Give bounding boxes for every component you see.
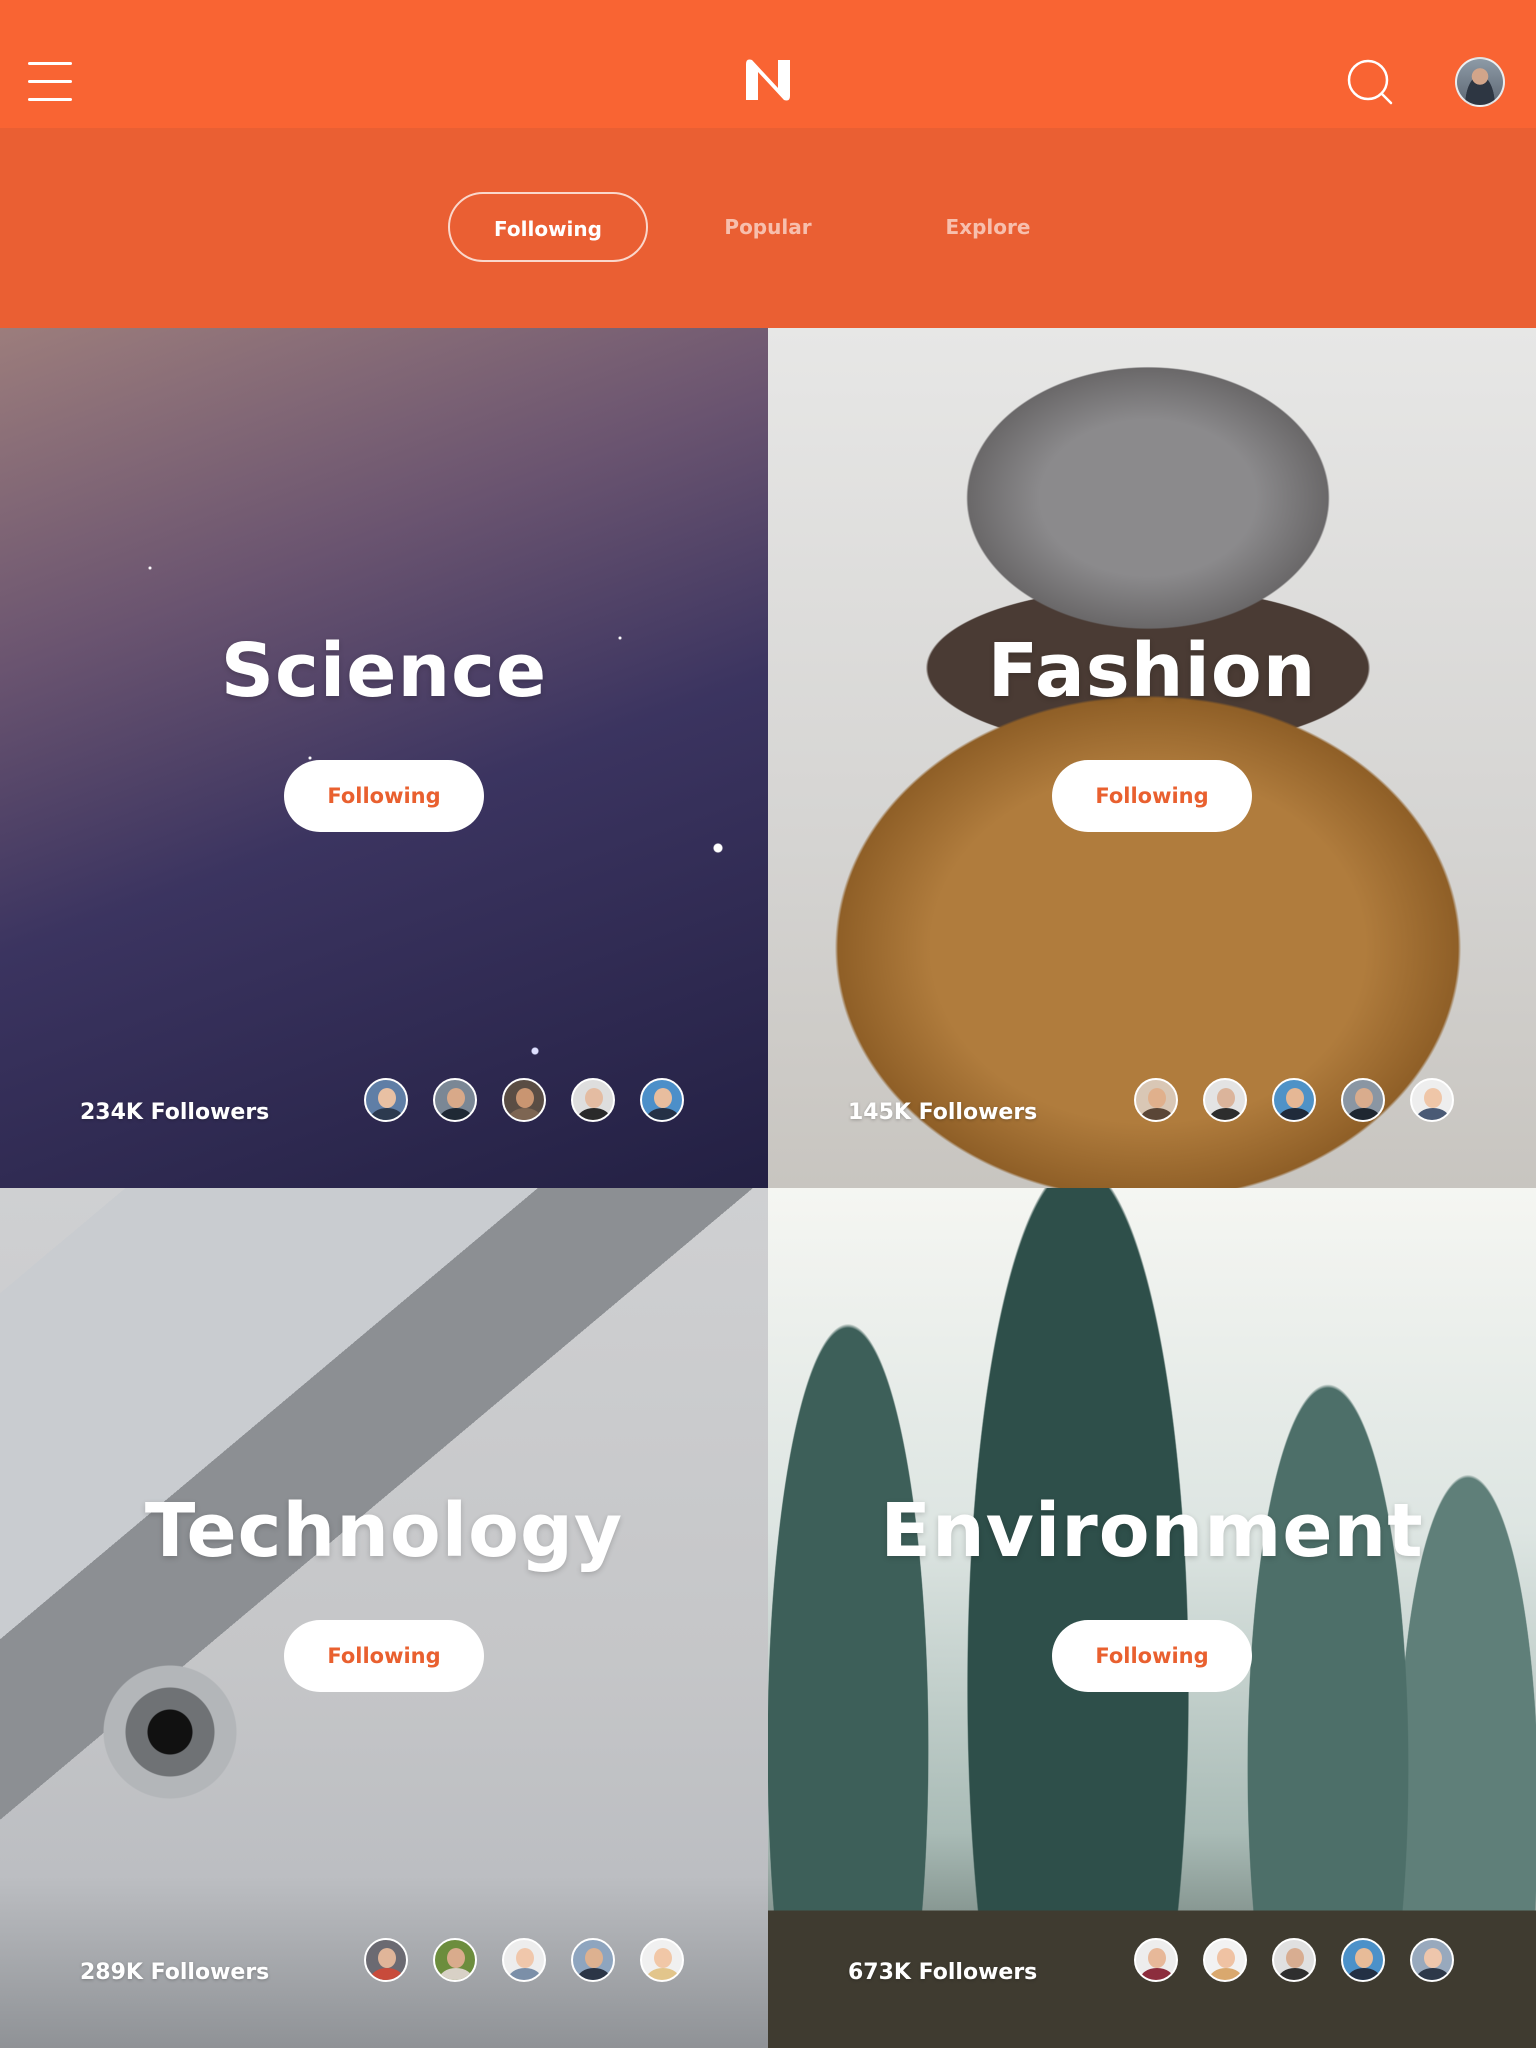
follower-avatar[interactable] xyxy=(502,1078,546,1122)
top-bar xyxy=(0,0,1536,128)
app-logo[interactable] xyxy=(744,56,792,104)
follower-avatar[interactable] xyxy=(1134,1078,1178,1122)
topic-title: Environment xyxy=(880,1488,1424,1574)
follower-avatar[interactable] xyxy=(640,1938,684,1982)
following-button[interactable]: Following xyxy=(1052,1620,1252,1692)
followers-count: 673K Followers xyxy=(848,1960,1038,1985)
technology-background-image xyxy=(0,1188,768,2048)
follower-avatar[interactable] xyxy=(1203,1938,1247,1982)
follower-avatar[interactable] xyxy=(1272,1938,1316,1982)
science-background-image xyxy=(0,328,768,1188)
topic-card-technology[interactable]: Technology Following 289K Followers xyxy=(0,1188,768,2048)
topic-title: Fashion xyxy=(987,628,1317,714)
tab-explore[interactable]: Explore xyxy=(888,192,1088,262)
follower-avatar[interactable] xyxy=(502,1938,546,1982)
follower-avatar[interactable] xyxy=(364,1078,408,1122)
follower-avatar[interactable] xyxy=(571,1938,615,1982)
follower-avatar[interactable] xyxy=(1341,1938,1385,1982)
follower-avatar[interactable] xyxy=(1341,1078,1385,1122)
follower-avatar[interactable] xyxy=(1272,1078,1316,1122)
tab-popular[interactable]: Popular xyxy=(668,192,868,262)
follower-avatar[interactable] xyxy=(433,1938,477,1982)
following-button[interactable]: Following xyxy=(284,1620,484,1692)
followers-count: 289K Followers xyxy=(80,1960,270,1985)
menu-line xyxy=(28,62,72,65)
environment-background-image xyxy=(768,1188,1536,2048)
followers-count: 234K Followers xyxy=(80,1100,270,1125)
topic-title: Technology xyxy=(144,1488,624,1574)
follower-avatar[interactable] xyxy=(1134,1938,1178,1982)
follower-avatar[interactable] xyxy=(1203,1078,1247,1122)
hamburger-menu-icon[interactable] xyxy=(28,62,72,102)
follower-avatar[interactable] xyxy=(433,1078,477,1122)
follower-avatar[interactable] xyxy=(640,1078,684,1122)
fashion-background-image xyxy=(768,328,1536,1188)
follower-avatar[interactable] xyxy=(571,1078,615,1122)
followers-count: 145K Followers xyxy=(848,1100,1038,1125)
topic-card-fashion[interactable]: Fashion Following 145K Followers xyxy=(768,328,1536,1188)
search-icon[interactable] xyxy=(1346,58,1394,106)
follower-avatar[interactable] xyxy=(364,1938,408,1982)
follower-avatar[interactable] xyxy=(1410,1938,1454,1982)
profile-avatar[interactable] xyxy=(1455,57,1505,107)
tab-following[interactable]: Following xyxy=(448,192,648,262)
topic-card-environment[interactable]: Environment Following 673K Followers xyxy=(768,1188,1536,2048)
menu-line xyxy=(28,98,72,101)
topic-title: Science xyxy=(220,628,548,714)
following-button[interactable]: Following xyxy=(1052,760,1252,832)
follower-avatar[interactable] xyxy=(1410,1078,1454,1122)
menu-line xyxy=(28,80,72,83)
following-button[interactable]: Following xyxy=(284,760,484,832)
topic-card-science[interactable]: Science Following 234K Followers xyxy=(0,328,768,1188)
